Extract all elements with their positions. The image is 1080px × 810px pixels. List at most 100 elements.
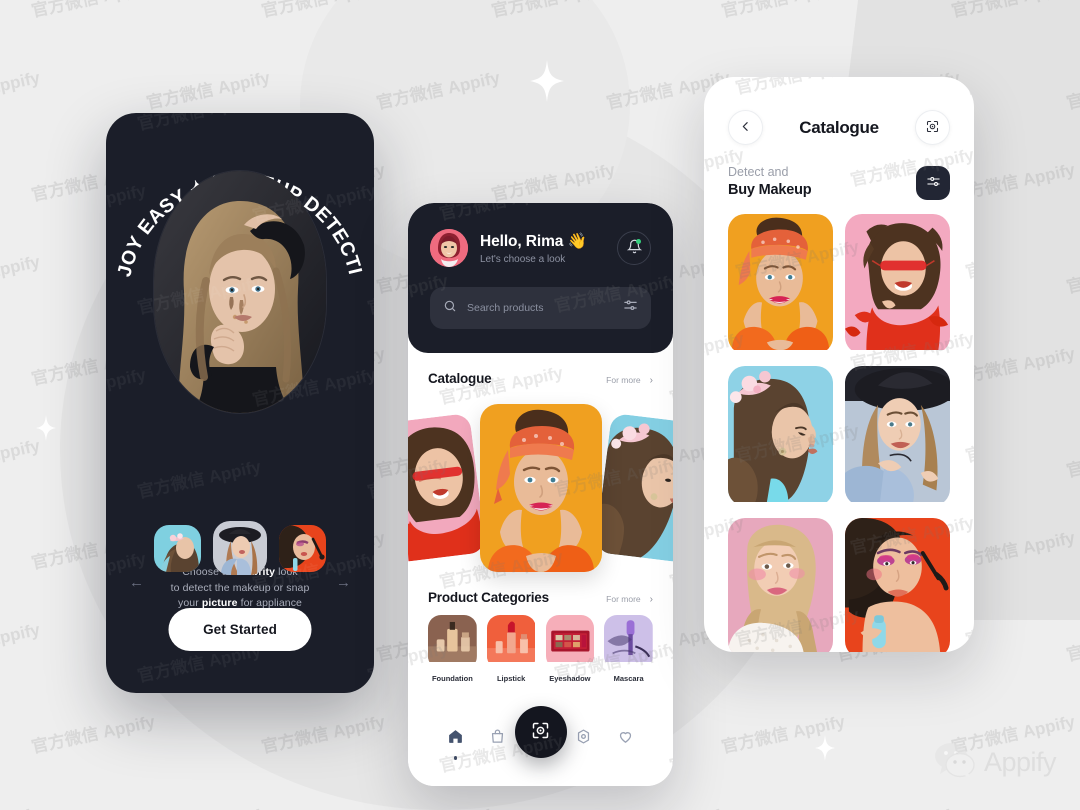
bag-icon	[489, 728, 506, 750]
watermark-text: 官方微信 Appify	[834, 799, 962, 810]
category-image	[545, 615, 595, 669]
tab-favorites[interactable]	[617, 728, 634, 750]
carousel-card[interactable]	[594, 412, 673, 564]
grid-card[interactable]	[845, 366, 950, 506]
watermark-text: 官方微信 Appify	[604, 799, 732, 810]
hero-portrait-art	[154, 171, 326, 413]
filter-button[interactable]	[916, 166, 950, 200]
scan-face-button[interactable]	[514, 706, 567, 758]
category-item[interactable]: Lipstick	[486, 615, 536, 683]
sparkle-icon	[36, 415, 56, 441]
grid-card[interactable]	[728, 214, 833, 354]
home-screen: Hello, Rima 👋 Let's choose a look Search…	[408, 203, 673, 786]
categories-title: Product Categories	[428, 590, 549, 605]
categories-more-link[interactable]: For more ›	[606, 594, 653, 605]
category-image	[486, 615, 536, 669]
avatar[interactable]	[430, 229, 468, 267]
tab-home[interactable]	[447, 728, 464, 760]
category-item[interactable]: Foundation	[428, 615, 477, 683]
mascara-art	[604, 615, 653, 662]
eyeshadow-art	[545, 615, 595, 662]
look-grid	[704, 200, 974, 652]
subheader-line2: Buy Makeup	[728, 182, 812, 198]
category-item[interactable]: Mascara	[604, 615, 653, 683]
orange-headscarf-look-art	[479, 404, 602, 572]
hero-section: ENJOY EASY ✦ MAKEUP DETECTION	[106, 113, 374, 423]
filter-icon[interactable]	[623, 298, 638, 318]
sparkle-icon	[815, 735, 835, 761]
watermark-text: 官方微信 Appify	[135, 457, 263, 502]
notifications-button[interactable]	[617, 231, 651, 265]
tab-settings[interactable]	[575, 728, 592, 750]
back-button[interactable]	[728, 110, 763, 145]
scan-face-icon	[530, 720, 551, 744]
category-label: Foundation	[431, 674, 473, 683]
catalogue-section-header: Catalogue For more ›	[408, 371, 673, 386]
more-label: For more	[606, 594, 641, 604]
search-icon	[443, 299, 457, 318]
get-started-button[interactable]: Get Started	[168, 608, 312, 651]
screenshot-canvas: ENJOY EASY ✦ MAKEUP DETECTION	[0, 0, 1080, 810]
black-hat-look-art	[213, 521, 267, 575]
watermark-text: 官方微信 Appify	[365, 457, 374, 502]
greeting-title: Hello, Rima 👋	[480, 232, 605, 251]
purple-eye-mascara-look-art	[845, 518, 950, 652]
greeting-block: Hello, Rima 👋 Let's choose a look	[480, 232, 605, 265]
chevron-right-icon: ›	[649, 593, 653, 605]
grid-card[interactable]	[845, 518, 950, 652]
catalogue-more-link[interactable]: For more ›	[606, 375, 653, 386]
carousel-card[interactable]	[408, 412, 487, 564]
heart-icon	[617, 728, 634, 750]
lipstick-art	[486, 615, 536, 662]
search-bar[interactable]	[430, 287, 651, 329]
catalogue-subheader: Detect and Buy Makeup	[704, 145, 974, 200]
category-image	[604, 615, 653, 669]
watermark-text: 官方微信 Appify	[0, 620, 42, 665]
look-carousel	[408, 396, 673, 578]
watermark-text: 官方微信 Appify	[0, 252, 42, 297]
grid-card[interactable]	[845, 214, 950, 354]
user-row: Hello, Rima 👋 Let's choose a look	[430, 229, 651, 267]
category-item[interactable]: Eyeshadow	[545, 615, 595, 683]
catalogue-title: Catalogue	[428, 371, 492, 386]
chevron-left-icon	[739, 120, 752, 136]
tab-bag[interactable]	[489, 728, 506, 750]
search-input[interactable]	[467, 302, 613, 314]
prev-look-arrow[interactable]: ←	[129, 575, 144, 590]
look-thumbnail[interactable]	[213, 521, 267, 575]
avatar-art	[430, 229, 468, 267]
watermark-text: 官方微信 Appify	[144, 799, 272, 810]
category-label: Mascara	[613, 674, 644, 683]
watermark-text: 官方微信 Appify	[29, 712, 157, 757]
notification-badge	[636, 239, 641, 244]
scan-face-button[interactable]	[914, 110, 950, 145]
appify-logo: Appify	[934, 742, 1057, 783]
watermark-text: 官方微信 Appify	[144, 68, 272, 113]
watermark-text: 官方微信 Appify	[719, 0, 847, 22]
next-look-arrow[interactable]: →	[336, 575, 351, 590]
home-icon	[447, 728, 464, 750]
watermark-text: 官方微信 Appify	[0, 68, 42, 113]
sparkle-icon	[530, 60, 564, 102]
look-thumbnail[interactable]	[154, 524, 201, 572]
carousel-card-active[interactable]	[479, 404, 602, 572]
categories-section-header: Product Categories For more ›	[408, 590, 673, 605]
sliders-icon	[926, 174, 941, 192]
grid-card[interactable]	[728, 366, 833, 506]
category-image	[428, 615, 477, 669]
flower-crown-profile-look-art	[728, 366, 833, 503]
red-sunglasses-look-art	[408, 412, 487, 564]
greeting-subtitle: Let's choose a look	[480, 253, 566, 265]
wave-emoji: 👋	[567, 232, 587, 250]
settings-icon	[575, 728, 592, 750]
catalogue-topbar: Catalogue	[704, 77, 974, 145]
watermark-text: 官方微信 Appify	[1064, 620, 1080, 665]
appify-logo-text: Appify	[983, 747, 1057, 777]
more-label: For more	[606, 375, 641, 385]
chevron-right-icon: ›	[649, 374, 653, 386]
subheader-text: Detect and Buy Makeup	[728, 163, 812, 200]
grid-card[interactable]	[728, 518, 833, 652]
look-thumbnail[interactable]	[279, 524, 326, 572]
foundation-art	[428, 615, 477, 662]
subheader-line1: Detect and	[728, 165, 789, 179]
